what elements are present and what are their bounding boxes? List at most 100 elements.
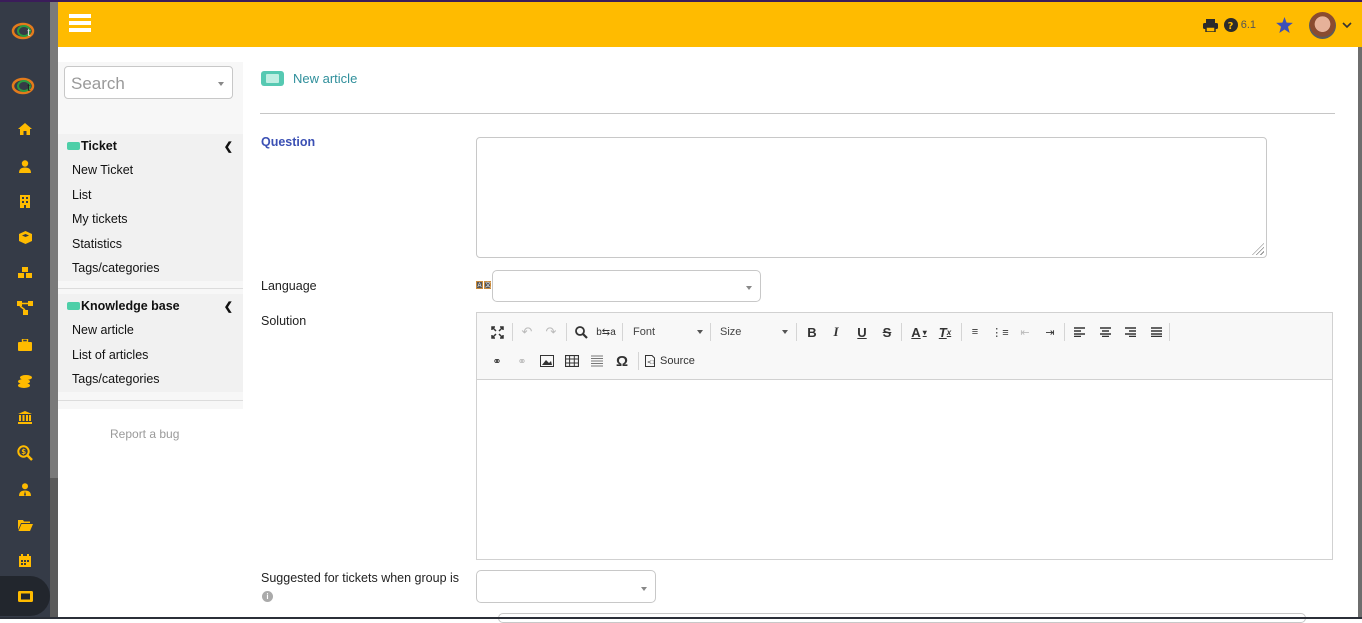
search-caret-icon xyxy=(218,82,224,86)
user-avatar[interactable] xyxy=(1309,11,1336,39)
align-left-icon[interactable] xyxy=(1071,323,1087,341)
special-char-icon[interactable]: Ω xyxy=(614,352,630,370)
strikethrough-icon[interactable]: S xyxy=(879,323,895,341)
briefcase-icon[interactable] xyxy=(15,337,35,353)
bulleted-list-icon[interactable]: ⋮≡ xyxy=(991,323,1008,341)
toolbar-separator xyxy=(710,323,711,341)
question-textarea[interactable] xyxy=(476,137,1267,258)
align-center-icon[interactable] xyxy=(1097,323,1113,341)
sidebar-item-kb-tags-categories[interactable]: Tags/categories xyxy=(58,367,243,392)
box-icon[interactable] xyxy=(15,229,35,245)
help-icon[interactable]: ? xyxy=(1223,18,1238,32)
page-scrollbar[interactable] xyxy=(1358,47,1362,619)
app-rail: t t $ xyxy=(0,2,50,619)
link-icon[interactable]: ⚭ xyxy=(489,352,505,370)
text-color-icon[interactable]: A ▾ xyxy=(907,323,931,341)
font-combo[interactable]: Font xyxy=(633,323,703,341)
svg-text:$: $ xyxy=(21,448,26,456)
knowledge-base-section-header[interactable]: Knowledge base ❮ xyxy=(58,294,243,318)
indent-icon[interactable]: ⇥ xyxy=(1042,323,1058,341)
italic-icon[interactable]: I xyxy=(828,323,844,341)
collapse-chevron-icon[interactable]: ❮ xyxy=(224,300,233,313)
user-tie-icon[interactable] xyxy=(15,481,35,497)
search-dollar-icon[interactable]: $ xyxy=(15,445,35,461)
top-header: ? 6.1 xyxy=(58,2,1362,47)
sidebar-item-statistics[interactable]: Statistics xyxy=(58,232,243,257)
sidebar-item-my-tickets[interactable]: My tickets xyxy=(58,207,243,232)
question-label: Question xyxy=(261,135,316,149)
horizontal-line-icon[interactable] xyxy=(589,352,605,370)
user-icon[interactable] xyxy=(15,158,35,174)
dropdown-caret-icon xyxy=(746,286,752,290)
knowledge-base-section-title: Knowledge base xyxy=(81,299,180,313)
ticket-section: Ticket ❮ New Ticket List My tickets Stat… xyxy=(58,134,243,281)
numbered-list-icon[interactable]: ≡ xyxy=(967,323,983,341)
page-title: New article xyxy=(261,71,357,86)
search-input[interactable] xyxy=(65,67,215,101)
size-caret-icon xyxy=(782,330,788,334)
sidebar-item-list[interactable]: List xyxy=(58,183,243,208)
company-logo[interactable]: t xyxy=(11,77,39,95)
language-select[interactable] xyxy=(492,270,761,302)
printer-icon[interactable] xyxy=(1202,18,1218,32)
toolbar-separator xyxy=(1064,323,1065,341)
sidebar-item-list-of-articles[interactable]: List of articles xyxy=(58,343,243,368)
table-icon[interactable] xyxy=(564,352,580,370)
star-icon[interactable] xyxy=(1276,17,1293,33)
outdent-icon[interactable]: ⇤ xyxy=(1017,323,1033,341)
toolbar-separator xyxy=(638,352,639,370)
language-icon: A文 xyxy=(476,281,492,289)
suggested-group-label: Suggested for tickets when group is xyxy=(261,571,460,585)
suggested-group-select[interactable] xyxy=(476,570,656,603)
version-label: 6.1 xyxy=(1240,19,1256,31)
underline-icon[interactable]: U xyxy=(854,323,870,341)
resize-handle[interactable] xyxy=(1252,243,1264,255)
toolbar-separator xyxy=(796,323,797,341)
align-right-icon[interactable] xyxy=(1122,323,1138,341)
maximize-icon[interactable] xyxy=(489,323,505,341)
report-bug-link[interactable]: Report a bug xyxy=(110,427,179,441)
ticket-section-header[interactable]: Ticket ❮ xyxy=(58,134,243,158)
menu-icon[interactable] xyxy=(69,14,91,32)
dropdown-caret-icon xyxy=(641,587,647,591)
knowledge-tag-icon xyxy=(67,302,80,310)
ticket-icon xyxy=(261,71,284,86)
find-icon[interactable] xyxy=(573,323,589,341)
collapse-chevron-icon[interactable]: ❮ xyxy=(224,140,233,153)
sidebar-item-new-article[interactable]: New article xyxy=(58,318,243,343)
redo-icon[interactable]: ↷ xyxy=(543,323,559,341)
undo-icon[interactable]: ↶ xyxy=(519,323,535,341)
svg-text:<>: <> xyxy=(647,359,655,366)
editor-toolbar: ↶ ↷ b⇆a Font Size B I U S A ▾ Tx ≡ ⋮≡ ⇤ ⇥… xyxy=(477,313,1332,380)
unlink-icon[interactable]: ⚭ xyxy=(514,352,530,370)
editor-content-area[interactable] xyxy=(477,380,1332,559)
solution-label: Solution xyxy=(261,314,307,328)
home-icon[interactable] xyxy=(15,121,35,137)
app-logo[interactable]: t xyxy=(11,22,39,40)
chevron-down-icon[interactable] xyxy=(1342,21,1352,29)
justify-icon[interactable] xyxy=(1148,323,1164,341)
sidebar-search[interactable] xyxy=(64,66,233,101)
image-icon[interactable] xyxy=(539,352,555,370)
size-combo[interactable]: Size xyxy=(720,323,788,341)
remove-format-icon[interactable]: Tx xyxy=(937,323,953,341)
bank-icon[interactable] xyxy=(15,409,35,425)
sidebar-item-tags-categories[interactable]: Tags/categories xyxy=(58,256,243,281)
ticket-tag-icon xyxy=(67,142,80,150)
building-icon[interactable] xyxy=(15,193,35,209)
cubes-icon[interactable] xyxy=(15,265,35,281)
bold-icon[interactable]: B xyxy=(804,323,820,341)
sidebar-item-new-ticket[interactable]: New Ticket xyxy=(58,158,243,183)
font-caret-icon xyxy=(697,330,703,334)
language-label: Language xyxy=(261,279,317,293)
source-button[interactable]: <> Source xyxy=(645,352,705,370)
toolbar-separator xyxy=(566,323,567,341)
ticket-icon[interactable] xyxy=(15,588,35,604)
folder-open-icon[interactable] xyxy=(15,517,35,533)
coins-icon[interactable] xyxy=(15,373,35,389)
info-icon[interactable]: i xyxy=(262,591,273,602)
svg-text:t: t xyxy=(27,24,31,39)
calendar-icon[interactable] xyxy=(15,552,35,568)
replace-icon[interactable]: b⇆a xyxy=(596,323,616,341)
sitemap-icon[interactable] xyxy=(15,300,35,316)
